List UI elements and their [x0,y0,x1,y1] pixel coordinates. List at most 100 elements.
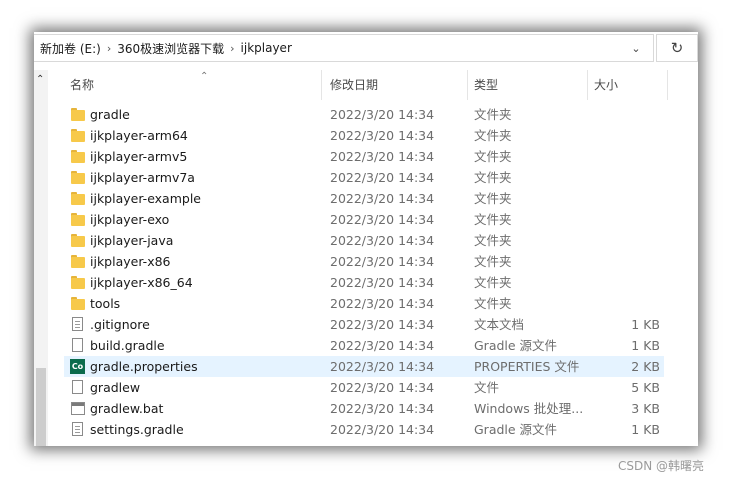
file-row[interactable]: Co gradle.properties 2022/3/20 14:34 PROPER… [48,356,698,377]
file-name: gradlew [90,380,141,395]
file-name: settings.gradle [90,422,184,437]
file-type: Gradle 源文件 [474,422,558,437]
file-modified-date: 2022/3/20 14:34 [330,107,435,122]
file-modified-date: 2022/3/20 14:34 [330,359,435,374]
column-header-size[interactable]: 大小 [588,70,668,100]
file-row[interactable]: .gitignore 2022/3/20 14:34 文本文档 1 KB [48,314,698,335]
file-size: 1 KB [631,422,660,437]
scrollbar-thumb[interactable] [36,368,46,446]
refresh-button[interactable]: ↻ [656,34,698,62]
file-modified-date: 2022/3/20 14:34 [330,254,435,269]
column-header-size-label: 大小 [594,78,619,92]
file-type: 文件夹 [474,149,512,164]
file-modified-date: 2022/3/20 14:34 [330,401,435,416]
breadcrumb-downloads[interactable]: 360极速浏览器下载 [113,40,228,57]
file-row[interactable]: ijkplayer-arm64 2022/3/20 14:34 文件夹 [48,125,698,146]
file-name: ijkplayer-x86_64 [90,275,193,290]
file-size [596,167,660,188]
navigation-pane-scrollbar[interactable]: ⌃ [34,70,48,446]
file-row[interactable]: ijkplayer-x86 2022/3/20 14:34 文件夹 [48,251,698,272]
refresh-icon: ↻ [670,39,684,57]
file-type: 文件夹 [474,296,512,311]
folder-icon [70,167,86,188]
file-row[interactable]: ijkplayer-example 2022/3/20 14:34 文件夹 [48,188,698,209]
folder-icon [70,188,86,209]
file-modified-date: 2022/3/20 14:34 [330,212,435,227]
breadcrumb-separator-icon[interactable]: › [105,42,113,55]
file-row[interactable]: gradlew 2022/3/20 14:34 文件 5 KB [48,377,698,398]
file-modified-date: 2022/3/20 14:34 [330,128,435,143]
batch-file-icon [70,398,86,419]
breadcrumb-separator-icon[interactable]: › [228,42,236,55]
file-icon [70,335,86,356]
file-type: PROPERTIES 文件 [474,359,580,374]
file-modified-date: 2022/3/20 14:34 [330,317,435,332]
folder-icon [70,146,86,167]
folder-icon [70,230,86,251]
column-header-type-label: 类型 [474,78,499,92]
file-name: .gitignore [90,317,150,332]
file-type: 文件夹 [474,107,512,122]
file-row[interactable]: ijkplayer-x86_64 2022/3/20 14:34 文件夹 [48,272,698,293]
file-name: ijkplayer-example [90,191,201,206]
file-row[interactable]: ijkplayer-java 2022/3/20 14:34 文件夹 [48,230,698,251]
file-name: ijkplayer-x86 [90,254,171,269]
file-name: gradlew.bat [90,401,164,416]
file-name: ijkplayer-arm64 [90,128,188,143]
file-type: Windows 批处理... [474,401,584,416]
file-size [596,125,660,146]
file-size [596,272,660,293]
file-name: ijkplayer-armv7a [90,170,195,185]
file-type: 文件夹 [474,170,512,185]
file-size: 5 KB [631,380,660,395]
address-box[interactable]: 新加卷 (E:) › 360极速浏览器下载 › ijkplayer ⌄ [34,34,654,62]
file-size [596,209,660,230]
file-type: 文件 [474,380,500,395]
file-type: Gradle 源文件 [474,338,558,353]
file-name: ijkplayer-armv5 [90,149,188,164]
breadcrumb-ijkplayer[interactable]: ijkplayer [237,41,296,55]
folder-icon [70,251,86,272]
file-name: build.gradle [90,338,165,353]
file-size: 1 KB [631,338,660,353]
file-size: 1 KB [631,317,660,332]
file-modified-date: 2022/3/20 14:34 [330,422,435,437]
file-size [596,104,660,125]
column-header-date[interactable]: 修改日期 [324,70,468,100]
folder-icon [70,272,86,293]
file-modified-date: 2022/3/20 14:34 [330,338,435,353]
column-header-name[interactable]: 名称 ⌃ [64,70,322,100]
file-name: gradle [90,107,130,122]
scroll-up-icon[interactable]: ⌃ [36,74,44,85]
text-file-icon [70,419,86,440]
column-header-date-label: 修改日期 [330,78,379,92]
file-modified-date: 2022/3/20 14:34 [330,275,435,290]
breadcrumb-drive[interactable]: 新加卷 (E:) [34,40,105,57]
file-modified-date: 2022/3/20 14:34 [330,296,435,311]
file-type: 文本文档 [474,317,525,332]
column-header-type[interactable]: 类型 [468,70,588,100]
file-name: ijkplayer-java [90,233,174,248]
file-row[interactable]: gradle 2022/3/20 14:34 文件夹 [48,104,698,125]
column-header: 名称 ⌃ 修改日期 类型 大小 [48,70,698,100]
properties-file-icon: Co [70,356,86,377]
file-type: 文件夹 [474,128,512,143]
column-header-name-label: 名称 [70,78,95,92]
file-row[interactable]: settings.gradle 2022/3/20 14:34 Gradle 源文件… [48,419,698,440]
file-name: ijkplayer-exo [90,212,170,227]
file-row[interactable]: ijkplayer-armv7a 2022/3/20 14:34 文件夹 [48,167,698,188]
file-size [596,230,660,251]
folder-icon [70,209,86,230]
file-size [596,293,660,314]
file-row[interactable]: gradlew.bat 2022/3/20 14:34 Windows 批处理...… [48,398,698,419]
folder-icon [70,104,86,125]
file-size: 3 KB [631,401,660,416]
file-type: 文件夹 [474,275,512,290]
chevron-down-icon[interactable]: ⌄ [627,39,645,57]
file-row[interactable]: build.gradle 2022/3/20 14:34 Gradle 源文件 1 K… [48,335,698,356]
file-size: 2 KB [631,359,660,374]
file-row[interactable]: ijkplayer-armv5 2022/3/20 14:34 文件夹 [48,146,698,167]
file-row[interactable]: tools 2022/3/20 14:34 文件夹 [48,293,698,314]
file-row[interactable]: ijkplayer-exo 2022/3/20 14:34 文件夹 [48,209,698,230]
file-name: tools [90,296,121,311]
